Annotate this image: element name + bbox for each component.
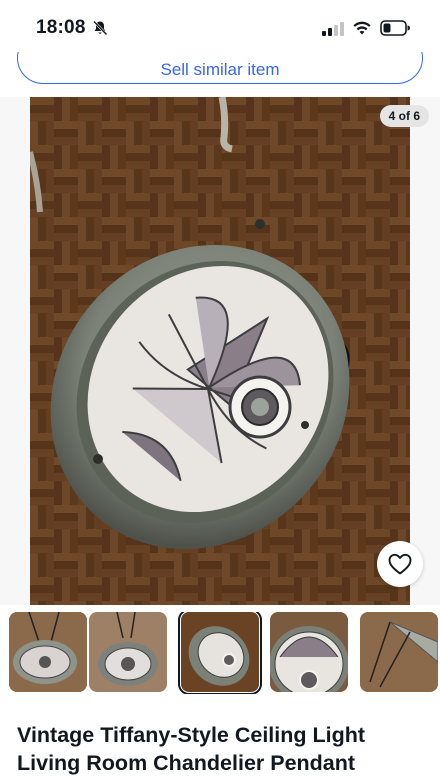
thumbnail-image [270,612,348,692]
image-counter-badge: 4 of 6 [379,105,429,127]
wifi-icon [353,21,371,35]
thumbnail-1[interactable] [9,612,87,692]
ceiling-light-photo [30,97,410,605]
product-photo[interactable] [30,97,410,605]
sell-similar-button[interactable]: Sell similar item [17,52,423,84]
thumbnail-2[interactable] [89,612,167,692]
bell-slash-icon [93,20,108,36]
signal-icon [322,22,344,36]
listing-title: Vintage Tiffany-Style Ceiling Light Livi… [17,723,366,775]
sell-similar-area: Sell similar item [0,52,440,97]
thumbnail-image [9,612,87,692]
thumbnail-image [181,612,259,692]
image-gallery[interactable]: 4 of 6 [0,97,440,605]
thumbnail-3-selected[interactable] [178,612,262,694]
heart-icon [388,553,412,575]
thumbnail-5[interactable] [360,612,438,692]
status-bar: 18:08 [0,0,440,52]
thumbnail-4[interactable] [270,612,348,692]
thumbnail-strip[interactable] [0,612,440,694]
watch-heart-button[interactable] [377,541,423,587]
thumbnail-image [89,612,167,692]
thumbnail-image [360,612,438,692]
battery-icon [380,20,410,36]
status-time: 18:08 [36,17,86,38]
